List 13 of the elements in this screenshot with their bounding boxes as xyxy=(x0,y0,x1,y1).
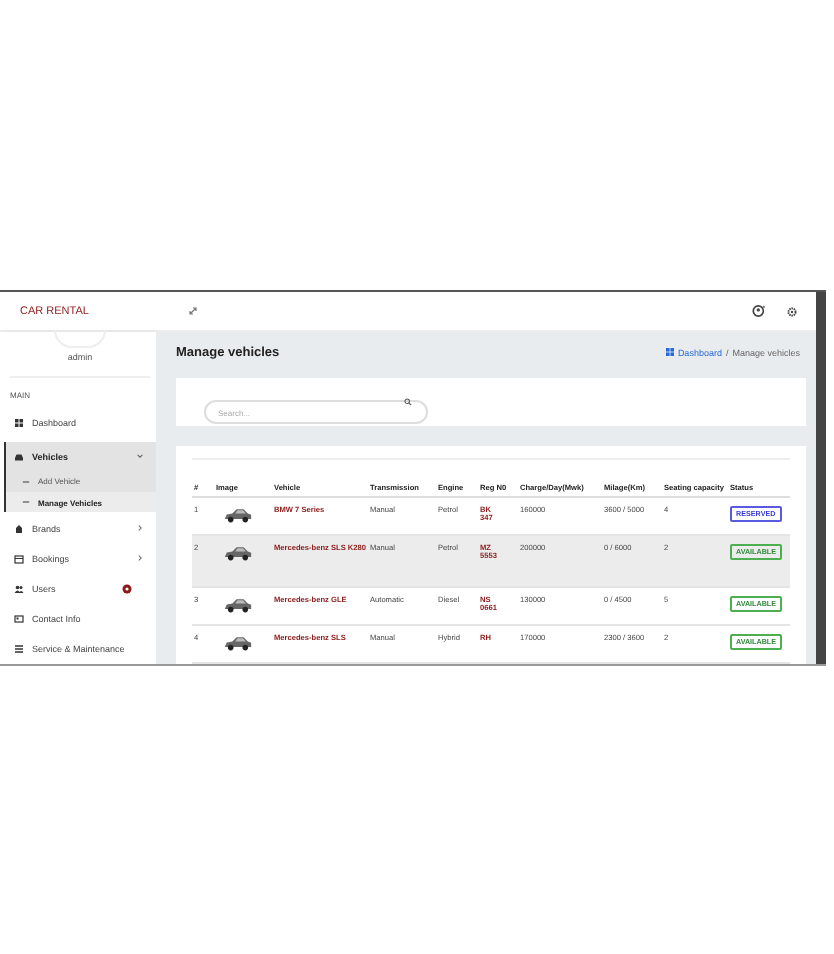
chevron-icon xyxy=(136,524,144,533)
settings-icon[interactable] xyxy=(786,305,798,317)
grid-icon xyxy=(665,348,674,357)
dashboard-icon xyxy=(14,417,24,428)
users-icon xyxy=(14,583,24,594)
search-icon xyxy=(404,397,412,406)
calendar-icon xyxy=(14,553,24,564)
car-icon xyxy=(14,451,24,462)
scrollbar[interactable] xyxy=(816,292,826,664)
chevron-icon xyxy=(136,554,144,563)
expand-icon[interactable] xyxy=(188,306,198,316)
list-icon xyxy=(14,643,24,654)
id-card-icon xyxy=(14,613,24,624)
